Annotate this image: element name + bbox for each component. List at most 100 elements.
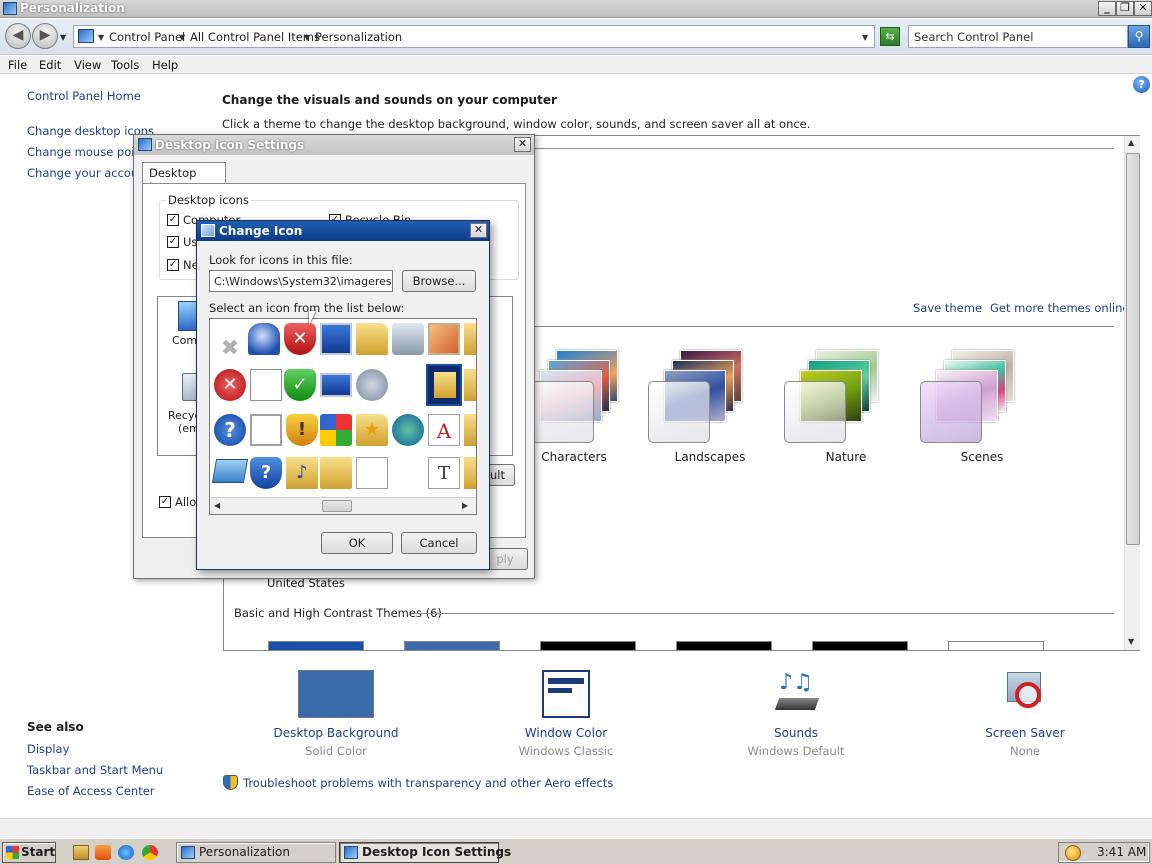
presentation-icon[interactable] <box>250 414 282 446</box>
back-button[interactable]: ◀ <box>5 23 31 49</box>
list-icon[interactable] <box>356 457 388 489</box>
user-folder-icon[interactable] <box>464 323 476 355</box>
browse-button[interactable]: Browse... <box>402 270 476 292</box>
user-folder-icon[interactable] <box>464 414 476 446</box>
folder-icon[interactable] <box>356 323 388 355</box>
screen-icon[interactable] <box>320 373 352 397</box>
ok-button[interactable]: OK <box>321 532 393 554</box>
address-bar[interactable]: ▼ Control Panel ▼ All Control Panel Item… <box>73 25 875 48</box>
basic-theme-thumbnail[interactable] <box>948 641 1044 650</box>
screen-saver-item[interactable]: Screen Saver None <box>945 670 1105 758</box>
basic-theme-thumbnail[interactable] <box>268 641 364 650</box>
picture-icon[interactable] <box>428 323 460 355</box>
tab-desktop-icons[interactable]: Desktop Icons <box>142 162 226 194</box>
window-color-link[interactable]: Window Color <box>486 726 646 740</box>
icon-list[interactable]: ✖ ✕ ✕ ✓ ? ! ★ A ? ♪ T ◀ ▶ <box>209 318 477 515</box>
font-icon[interactable]: A <box>428 414 460 446</box>
chrome-icon[interactable] <box>142 845 158 860</box>
menu-tools[interactable]: Tools <box>111 58 139 72</box>
globe-network-icon[interactable] <box>392 414 424 446</box>
search-tray-icon[interactable] <box>1065 845 1081 861</box>
save-theme-link[interactable]: Save theme <box>913 301 982 315</box>
recent-pages-dropdown[interactable]: ▼ <box>60 33 66 42</box>
close-button[interactable]: ✕ <box>470 223 487 238</box>
software-box-icon[interactable] <box>320 414 352 446</box>
sounds-item[interactable]: ♪♫ Sounds Windows Default <box>716 670 876 758</box>
internet-explorer-icon[interactable] <box>118 845 134 860</box>
display-icon[interactable] <box>320 323 352 355</box>
font-truetype-icon[interactable]: T <box>428 457 460 489</box>
scroll-right-arrow[interactable]: ▶ <box>462 501 468 510</box>
user-folder-icon[interactable] <box>464 369 476 401</box>
window-color-item[interactable]: Window Color Windows Classic <box>486 670 646 758</box>
desktop-background-item[interactable]: Desktop Background Solid Color <box>256 670 416 758</box>
scroll-up-arrow[interactable]: ▲ <box>1128 138 1134 147</box>
music-folder-icon[interactable]: ♪ <box>286 457 318 489</box>
network-computer-icon[interactable] <box>392 323 424 355</box>
get-more-themes-link[interactable]: Get more themes online <box>990 301 1129 315</box>
allow-themes-checkbox[interactable]: ✓ <box>159 496 171 508</box>
chevron-down-icon[interactable]: ▼ <box>98 33 104 42</box>
close-button[interactable]: ✕ <box>1134 1 1152 16</box>
documents-folder-icon[interactable] <box>320 457 352 489</box>
search-button[interactable]: ⚲ <box>1128 25 1150 48</box>
control-panel-home-link[interactable]: Control Panel Home <box>27 89 141 103</box>
icon-file-path-input[interactable]: C:\Windows\System32\imageres.dll <box>209 270 393 292</box>
menu-help[interactable]: Help <box>152 58 178 72</box>
breadcrumb-all-items[interactable]: All Control Panel Items <box>190 30 320 44</box>
users-files-checkbox[interactable]: ✓ <box>167 236 179 248</box>
clock[interactable]: 3:41 AM <box>1097 843 1146 862</box>
shield-ok-icon[interactable]: ✓ <box>284 369 316 401</box>
chevron-down-icon[interactable]: ▼ <box>179 33 185 42</box>
refresh-button[interactable]: ⇆ <box>880 27 900 46</box>
breadcrumb-personalization[interactable]: Personalization <box>315 30 402 44</box>
error-icon[interactable]: ✕ <box>214 369 246 401</box>
settings-gear-icon[interactable] <box>356 369 388 401</box>
basic-theme-thumbnail[interactable] <box>812 641 908 650</box>
network-checkbox[interactable]: ✓ <box>167 259 179 271</box>
cancel-button[interactable]: Cancel <box>401 532 477 554</box>
sounds-link[interactable]: Sounds <box>716 726 876 740</box>
menu-file[interactable]: File <box>8 58 27 72</box>
shield-error-icon[interactable]: ✕ <box>284 323 316 355</box>
basic-theme-thumbnail[interactable] <box>404 641 500 650</box>
restore-button[interactable]: ❐ <box>1116 1 1134 16</box>
minimize-button[interactable]: _ <box>1098 1 1116 16</box>
taskbar-desktop-icon-settings[interactable]: Desktop Icon Settings <box>339 842 511 863</box>
close-button[interactable]: ✕ <box>514 137 531 152</box>
desktop-background-link[interactable]: Desktop Background <box>256 726 416 740</box>
shield-warning-icon[interactable]: ! <box>286 414 318 446</box>
search-input[interactable]: Search Control Panel <box>908 25 1128 48</box>
theme-landscapes[interactable] <box>648 346 750 443</box>
scrollbar-thumb[interactable] <box>1126 153 1140 545</box>
window-icon[interactable] <box>211 459 249 483</box>
taskbar-personalization[interactable]: Personalization <box>176 842 336 863</box>
theme-list-scrollbar[interactable]: ▲ ▼ <box>1124 136 1140 650</box>
theme-nature[interactable] <box>784 346 886 443</box>
basic-theme-thumbnail[interactable] <box>540 641 636 650</box>
breadcrumb-control-panel[interactable]: Control Panel <box>109 30 185 44</box>
scrollbar-thumb[interactable] <box>322 500 352 512</box>
scroll-down-arrow[interactable]: ▼ <box>1128 637 1134 646</box>
folder-icon[interactable] <box>73 845 89 860</box>
ease-of-access-link[interactable]: Ease of Access Center <box>27 784 155 798</box>
monitor-icon[interactable] <box>248 323 280 355</box>
gray-x-icon[interactable]: ✖ <box>214 333 246 365</box>
taskbar-start-menu-link[interactable]: Taskbar and Start Menu <box>27 763 163 777</box>
scroll-left-arrow[interactable]: ◀ <box>214 501 220 510</box>
forward-button[interactable]: ▶ <box>32 23 58 49</box>
screen-saver-link[interactable]: Screen Saver <box>945 726 1105 740</box>
document-icon[interactable] <box>250 369 282 401</box>
theme-characters[interactable] <box>532 346 634 443</box>
shield-help-icon[interactable]: ? <box>250 457 282 489</box>
selected-user-folder-icon[interactable] <box>426 364 462 406</box>
favorites-folder-icon[interactable]: ★ <box>356 414 388 446</box>
icon-list-scrollbar[interactable]: ◀ ▶ <box>210 497 476 514</box>
user-folder-icon[interactable] <box>464 457 476 489</box>
computer-checkbox[interactable]: ✓ <box>167 214 179 226</box>
address-history-dropdown[interactable]: ▼ <box>862 33 868 42</box>
theme-scenes[interactable] <box>920 346 1022 443</box>
menu-view[interactable]: View <box>74 58 101 72</box>
chevron-down-icon[interactable]: ▼ <box>304 33 310 42</box>
help-icon[interactable]: ? <box>1133 76 1150 93</box>
